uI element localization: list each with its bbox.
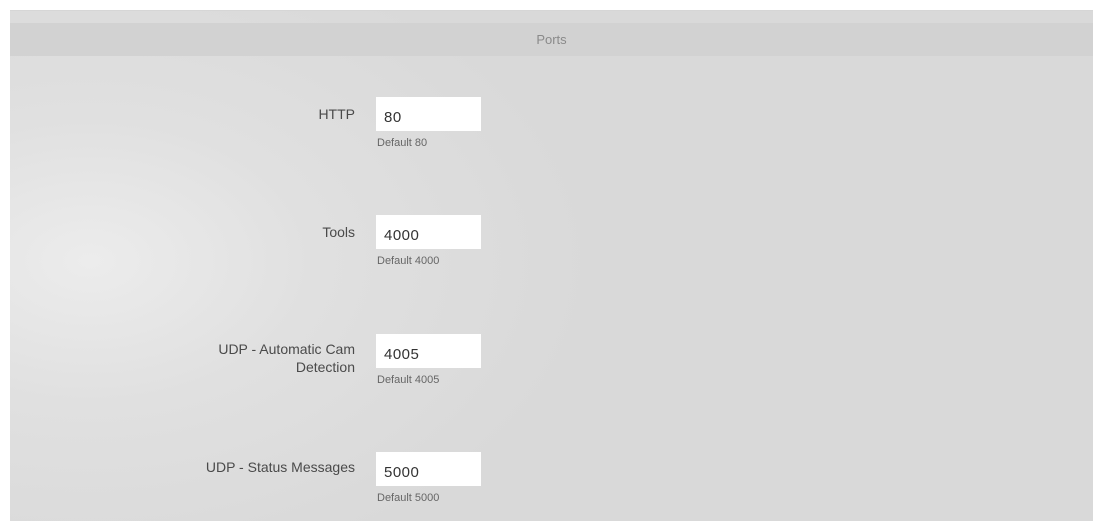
udp-cam-detection-port-hint: Default 4005 bbox=[377, 374, 440, 386]
http-port-hint: Default 80 bbox=[377, 137, 428, 149]
tools-port-label: Tools bbox=[322, 224, 355, 240]
udp-status-messages-port-input[interactable] bbox=[376, 452, 481, 486]
tools-port-hint: Default 4000 bbox=[377, 255, 440, 267]
udp-status-messages-port-hint: Default 5000 bbox=[377, 492, 440, 504]
ports-panel: Ports HTTP Default 80 Tools Default 4000… bbox=[10, 10, 1093, 521]
udp-cam-detection-port-label: UDP - Automatic Cam Detection bbox=[218, 341, 355, 375]
http-port-label: HTTP bbox=[318, 106, 355, 122]
udp-cam-detection-port-input[interactable] bbox=[376, 334, 481, 368]
udp-status-messages-port-label: UDP - Status Messages bbox=[205, 459, 355, 475]
ports-section-header: Ports bbox=[10, 23, 1093, 56]
tools-port-input[interactable] bbox=[376, 215, 481, 249]
http-port-input[interactable] bbox=[376, 97, 481, 131]
